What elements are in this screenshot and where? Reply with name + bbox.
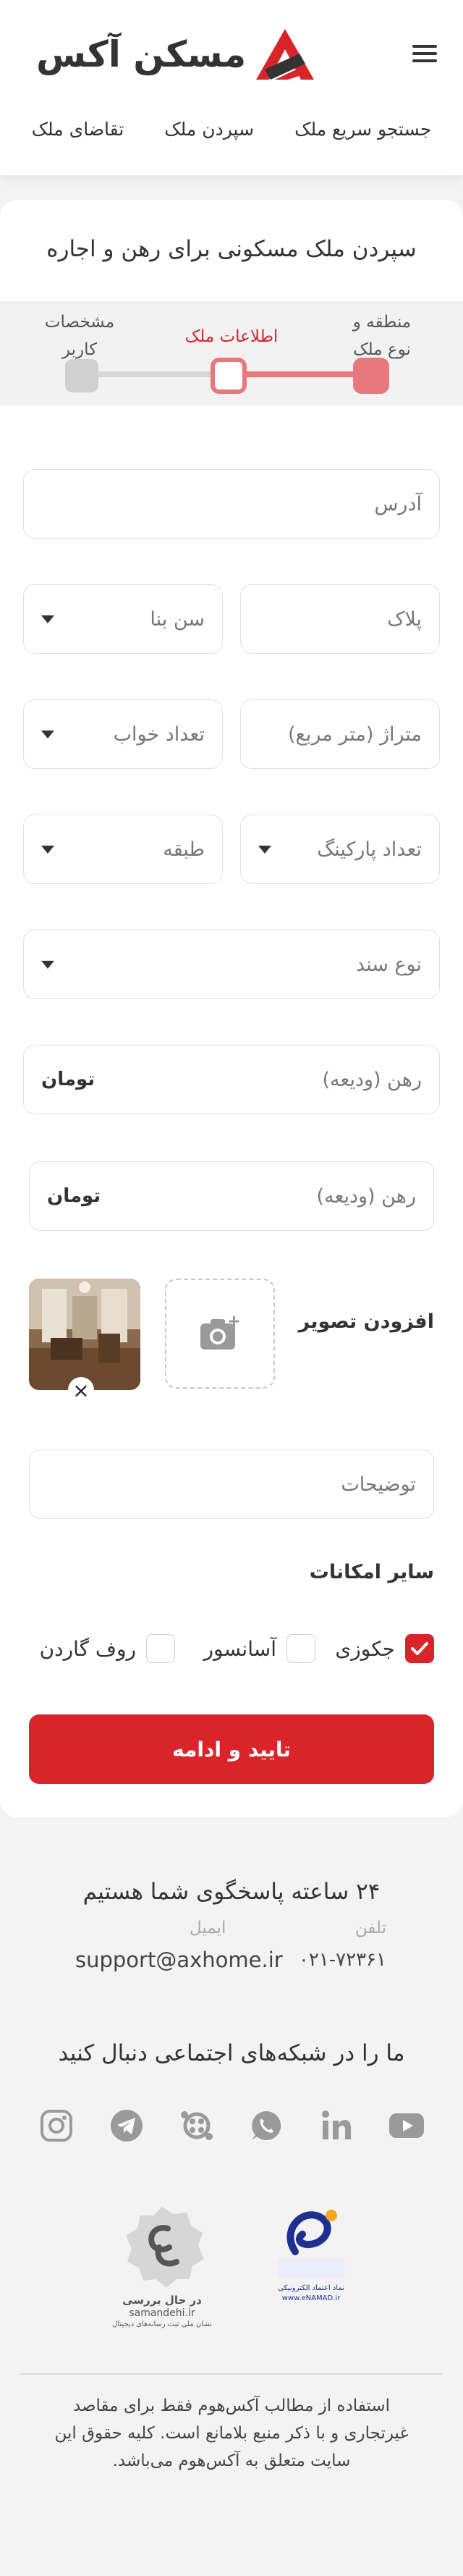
document-type-placeholder: نوع سند <box>355 953 422 976</box>
axhome-logo-icon <box>256 29 315 80</box>
samandehi-seal-icon <box>126 2207 204 2288</box>
caret-down-icon <box>41 845 54 854</box>
site-header: مسکن آکس جستجو سریع ملک سپردن ملک تقاضای… <box>0 0 463 175</box>
social-links <box>38 2107 425 2144</box>
area-placeholder: متراژ (متر مربع) <box>287 723 422 746</box>
uploaded-image-thumbnail[interactable] <box>29 1279 140 1390</box>
email-value[interactable]: support@axhome.ir <box>75 1948 283 1972</box>
nav-quick-search[interactable]: جستجو سریع ملک <box>294 119 431 140</box>
elevator-checkbox[interactable] <box>286 1634 315 1663</box>
enamad-line2: www.eNAMAD.ir <box>281 2294 341 2302</box>
roof-garden-label: روف گاردن <box>39 1636 136 1661</box>
instagram-icon[interactable] <box>38 2107 75 2144</box>
copyright-line-2: غیرتجاری و با ذکر منبع بلامانع است. کلیه… <box>54 2424 409 2443</box>
samandehi-caption: نشان ملی ثبت رسانه‌های دیجیتال <box>111 2320 213 2328</box>
amenity-jacuzzi[interactable]: جکوزی <box>335 1634 434 1663</box>
description-field[interactable]: توضیحات <box>29 1449 434 1519</box>
address-field[interactable]: آدرس <box>23 469 440 539</box>
floor-placeholder: طبقه <box>163 838 205 861</box>
step-3-label-line1: مشخصات <box>44 313 115 332</box>
brand-name: مسکن آکس <box>36 33 247 75</box>
enamad-badge[interactable]: نماد اعتماد الکترونیکی www.eNAMAD.ir <box>273 2201 349 2328</box>
form-card: سپردن ملک مسکونی برای رهن و اجاره منطقه … <box>0 200 463 1817</box>
caret-down-icon <box>41 615 54 623</box>
bedrooms-placeholder: تعداد خواب <box>113 723 205 746</box>
telegram-icon[interactable] <box>108 2107 145 2144</box>
enamad-line1: نماد اعتماد الکترونیکی <box>278 2284 344 2292</box>
support-title: ۲۴ ساعته پاسخگوی شما هستیم <box>82 1879 381 1905</box>
step-1-marker[interactable] <box>353 358 389 394</box>
step-3-marker[interactable] <box>65 359 98 392</box>
bedrooms-select[interactable]: تعداد خواب <box>23 699 223 769</box>
nav-property-request[interactable]: تقاضای ملک <box>32 119 124 140</box>
step-3-label: مشخصات کاربر <box>36 308 123 363</box>
social-title: ما را در شبکه‌های اجتماعی دنبال کنید <box>58 2040 405 2066</box>
main-nav: جستجو سریع ملک سپردن ملک تقاضای ملک <box>0 119 463 140</box>
building-age-placeholder: سن بنا <box>150 607 205 631</box>
parking-placeholder: تعداد پارکینگ <box>317 838 422 861</box>
step-1-label: منطقه و نوع ملک <box>339 308 425 363</box>
caret-down-icon <box>258 845 271 854</box>
jacuzzi-checkbox[interactable] <box>405 1634 434 1663</box>
step-2-label: اطلاعات ملک <box>184 327 279 346</box>
remove-image-button[interactable]: × <box>68 1377 94 1403</box>
camera-plus-icon <box>200 1316 239 1350</box>
deposit-2-unit: تومان <box>47 1185 101 1207</box>
submit-continue-button[interactable]: تایید و ادامه <box>29 1714 434 1784</box>
deposit-unit: تومان <box>41 1069 95 1090</box>
add-image-label: افزودن تصویر <box>298 1310 434 1333</box>
roof-garden-checkbox[interactable] <box>146 1634 175 1663</box>
samandehi-site: samandehi.ir <box>129 2307 195 2319</box>
nav-list-property[interactable]: سپردن ملک <box>164 119 254 140</box>
aparat-icon[interactable] <box>178 2107 216 2144</box>
footer-divider <box>20 2373 443 2375</box>
floor-select[interactable]: طبقه <box>23 815 223 884</box>
document-type-select[interactable]: نوع سند <box>23 930 440 999</box>
jacuzzi-label: جکوزی <box>335 1636 395 1661</box>
samandehi-badge[interactable]: در حال بررسی samandehi.ir نشان ملی ثبت ر… <box>111 2204 213 2334</box>
phone-value[interactable]: ۰۲۱-۷۲۳۶۱ <box>299 1949 386 1971</box>
amenity-elevator[interactable]: آسانسور <box>203 1634 315 1663</box>
amenity-roof-garden[interactable]: روف گاردن <box>40 1634 175 1663</box>
menu-icon[interactable] <box>412 43 437 64</box>
linkedin-icon[interactable] <box>318 2107 355 2144</box>
building-age-select[interactable]: سن بنا <box>23 584 223 654</box>
deposit-field-2[interactable]: رهن (ودیعه) تومان <box>29 1161 434 1231</box>
address-placeholder: آدرس <box>374 492 422 515</box>
copyright-line-3: سایت متعلق به آکس‌هوم می‌باشد. <box>112 2451 351 2470</box>
youtube-icon[interactable] <box>388 2107 425 2144</box>
samandehi-status: در حال بررسی <box>122 2294 202 2307</box>
image-upload-button[interactable] <box>165 1279 275 1389</box>
enamad-logo-icon <box>278 2210 344 2278</box>
copyright-text: استفاده از مطالب آکس‌هوم فقط برای مقاصد … <box>29 2392 434 2475</box>
deposit-placeholder: رهن (ودیعه) <box>322 1068 422 1091</box>
progress-track-pending <box>81 371 229 377</box>
check-icon <box>411 1642 428 1655</box>
room-photo-image <box>29 1279 140 1390</box>
brand-logo[interactable]: مسکن آکس <box>36 28 315 81</box>
plaque-placeholder: پلاک <box>387 607 422 631</box>
progress-track-done <box>229 371 373 377</box>
description-placeholder: توضیحات <box>341 1473 416 1496</box>
step-1-label-line1: منطقه و <box>352 313 412 332</box>
caret-down-icon <box>41 730 54 738</box>
area-field[interactable]: متراژ (متر مربع) <box>240 699 440 769</box>
form-title: سپردن ملک مسکونی برای رهن و اجاره <box>46 236 417 262</box>
deposit-2-placeholder: رهن (ودیعه) <box>316 1184 416 1208</box>
step-2-marker[interactable] <box>211 358 247 394</box>
copyright-line-1: استفاده از مطالب آکس‌هوم فقط برای مقاصد <box>72 2396 391 2415</box>
parking-select[interactable]: تعداد پارکینگ <box>240 815 440 884</box>
phone-label: تلفن <box>354 1919 386 1937</box>
stepper: منطقه و نوع ملک اطلاعات ملک مشخصات کاربر <box>0 301 463 405</box>
whatsapp-icon[interactable] <box>247 2107 285 2144</box>
amenities-title: سایر امکانات <box>309 1561 434 1583</box>
email-label: ایمیل <box>190 1919 226 1937</box>
elevator-label: آسانسور <box>203 1636 276 1661</box>
plaque-field[interactable]: پلاک <box>240 584 440 654</box>
caret-down-icon <box>41 960 54 969</box>
deposit-field[interactable]: رهن (ودیعه) تومان <box>23 1045 440 1114</box>
